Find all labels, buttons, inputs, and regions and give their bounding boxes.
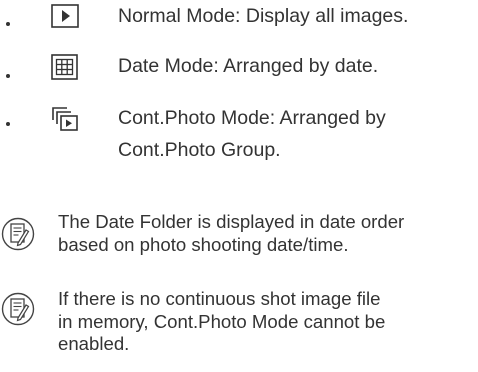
note-cont-photo-line2: in memory, Cont.Photo Mode cannot be bbox=[58, 310, 386, 332]
view-mode-normal-text: Normal Mode: Display all images. bbox=[118, 5, 409, 27]
bullet-dot bbox=[6, 22, 10, 26]
bullet-dot bbox=[6, 122, 10, 126]
note-date-folder-line1: The Date Folder is displayed in date ord… bbox=[58, 211, 405, 232]
memo-icon bbox=[1, 292, 35, 326]
play-icon bbox=[51, 4, 79, 28]
view-mode-cont-photo-text-line1: Cont.Photo Mode: Arranged by bbox=[118, 107, 386, 129]
view-mode-cont-photo-text-line2: Cont.Photo Group. bbox=[118, 139, 281, 161]
note-cont-photo-line1: If there is no continuous shot image fil… bbox=[58, 288, 381, 309]
calendar-grid-icon bbox=[51, 54, 78, 80]
bullet-dot bbox=[6, 74, 10, 78]
view-mode-date-text: Date Mode: Arranged by date. bbox=[118, 55, 379, 77]
memo-icon bbox=[1, 217, 35, 251]
note-date-folder-line2: based on photo shooting date/time. bbox=[58, 233, 349, 255]
stacked-photos-icon bbox=[52, 107, 78, 131]
note-cont-photo-line3: enabled. bbox=[58, 333, 130, 354]
